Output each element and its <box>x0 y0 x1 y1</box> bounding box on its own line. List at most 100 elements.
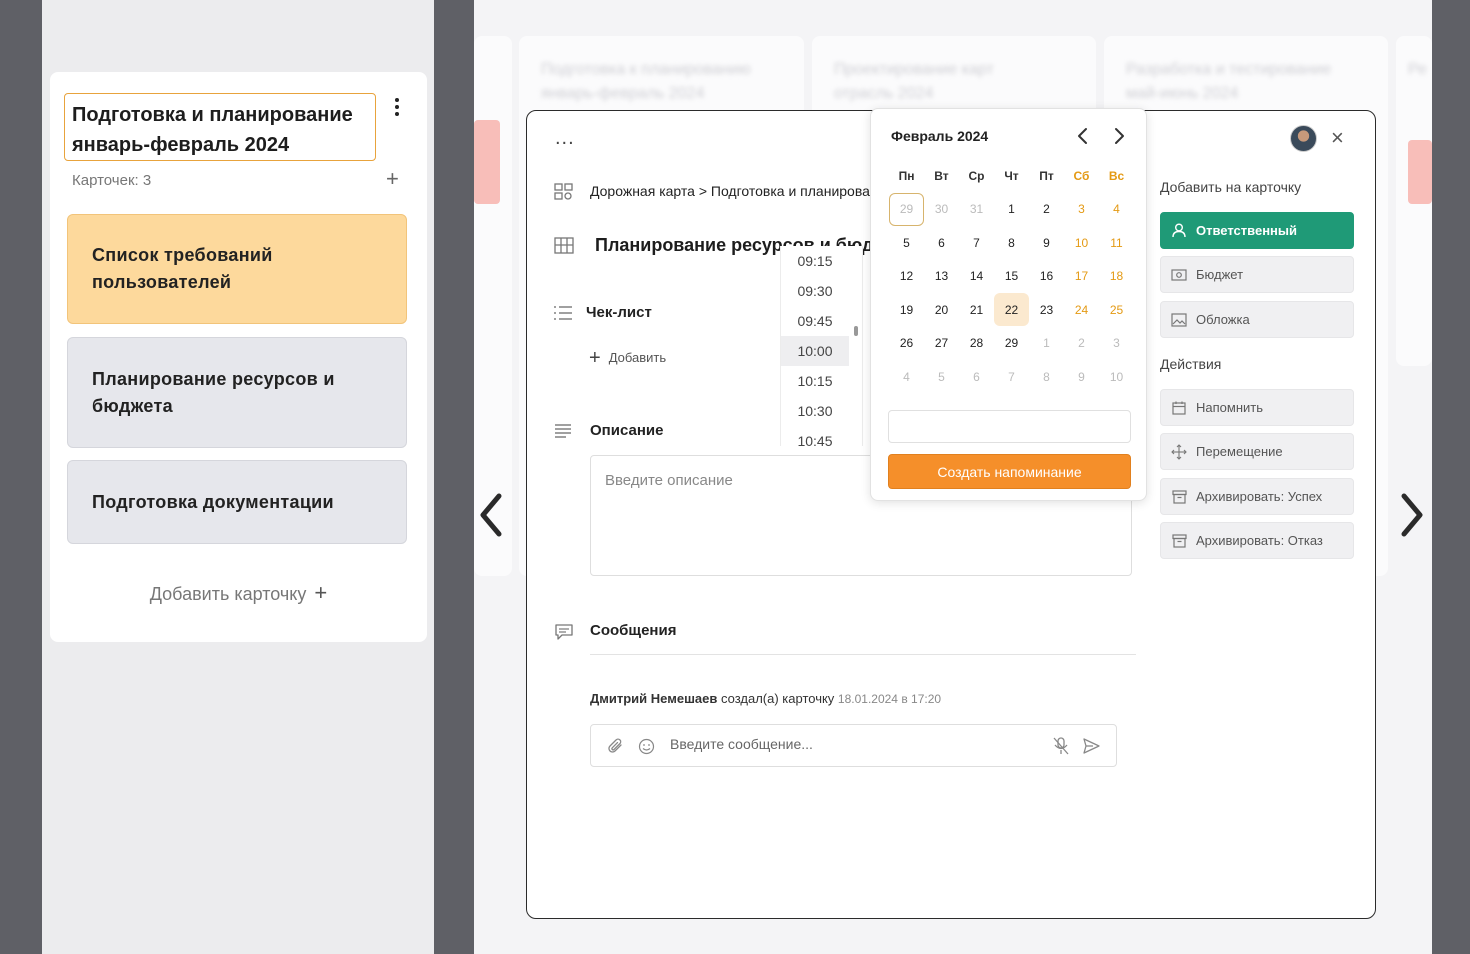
calendar-day[interactable]: 16 <box>1029 260 1064 293</box>
calendar-day[interactable]: 25 <box>1099 293 1134 326</box>
reminder-text-input[interactable] <box>888 410 1131 443</box>
background-column-title: Подготовка к планированию январь-февраль… <box>541 61 751 102</box>
card-item[interactable]: Планирование ресурсов и бюджета <box>67 337 407 448</box>
calendar-day[interactable]: 11 <box>1099 226 1134 259</box>
calendar-day[interactable]: 12 <box>889 260 924 293</box>
calendar-day[interactable]: 8 <box>1029 360 1064 393</box>
time-picker-list[interactable]: 09:15 09:30 09:45 10:00 10:15 10:30 10:4… <box>780 246 863 446</box>
budget-label: Бюджет <box>1196 267 1244 282</box>
time-option[interactable]: 09:30 <box>781 276 849 306</box>
calendar-day[interactable]: 28 <box>959 327 994 360</box>
calendar-day[interactable]: 2 <box>1064 327 1099 360</box>
user-icon <box>1171 223 1187 239</box>
remind-label: Напомнить <box>1196 400 1263 415</box>
attachment-icon[interactable] <box>607 737 625 755</box>
calendar-day[interactable]: 19 <box>889 293 924 326</box>
message-input[interactable]: Введите сообщение... <box>590 724 1117 767</box>
assignee-button[interactable]: Ответственный <box>1160 212 1354 249</box>
description-icon <box>555 424 571 438</box>
calendar-day[interactable]: 4 <box>1099 193 1134 226</box>
next-month-icon[interactable] <box>1112 127 1126 145</box>
time-option[interactable]: 10:30 <box>781 396 849 426</box>
cover-button[interactable]: Обложка <box>1160 301 1354 338</box>
move-icon <box>1171 443 1187 460</box>
card-item[interactable]: Список требований пользователей <box>67 214 407 324</box>
scrollbar-thumb[interactable] <box>854 326 858 336</box>
remind-button[interactable]: Напомнить <box>1160 389 1354 426</box>
calendar-week: 12 13 14 15 16 17 18 <box>889 260 1134 294</box>
calendar-day[interactable]: 27 <box>924 327 959 360</box>
weekday-label: Ср <box>968 168 985 183</box>
calendar-day-today[interactable]: 29 <box>889 192 924 226</box>
calendar-day[interactable]: 20 <box>924 293 959 326</box>
calendar-day[interactable]: 7 <box>959 226 994 259</box>
budget-button[interactable]: Бюджет <box>1160 256 1354 293</box>
next-arrow-icon[interactable] <box>1396 490 1426 540</box>
calendar-popup: Февраль 2024 Пн Вт Ср Чт Пт Сб Вс 29 30 31… <box>870 108 1147 501</box>
calendar-day[interactable]: 5 <box>924 360 959 393</box>
calendar-day[interactable]: 5 <box>889 226 924 259</box>
calendar-day[interactable]: 1 <box>994 193 1029 226</box>
time-option[interactable]: 09:15 <box>781 246 849 276</box>
add-checklist-label: Добавить <box>608 349 667 365</box>
send-icon[interactable] <box>1082 737 1101 755</box>
create-reminder-button[interactable]: Создать напоминание <box>888 454 1131 489</box>
calendar-day[interactable]: 2 <box>1029 193 1064 226</box>
time-option[interactable]: 09:45 <box>781 306 849 336</box>
background-column-title: Разработка и тестирование май-июнь 2024 <box>1126 61 1332 102</box>
add-card-button[interactable]: Добавить карточку + <box>50 580 427 606</box>
add-checklist-item-button[interactable]: + Добавить <box>589 347 666 370</box>
weekday-label: Пн <box>898 168 915 183</box>
breadcrumb[interactable]: Дорожная карта > Подготовка и планирован… <box>590 183 872 199</box>
calendar-day-selected[interactable]: 22 <box>994 293 1029 327</box>
image-icon <box>1171 312 1187 328</box>
time-option[interactable]: 10:45 <box>781 426 849 446</box>
calendar-day[interactable]: 6 <box>959 360 994 393</box>
weekday-label: Вт <box>934 168 949 183</box>
archive-success-button[interactable]: Архивировать: Успех <box>1160 478 1354 515</box>
calendar-day[interactable]: 30 <box>924 193 959 226</box>
calendar-day[interactable]: 14 <box>959 260 994 293</box>
calendar-day[interactable]: 23 <box>1029 293 1064 326</box>
card-item[interactable]: Подготовка документации <box>67 460 407 544</box>
column-menu-icon[interactable] <box>390 96 404 118</box>
close-icon[interactable]: × <box>1331 125 1344 151</box>
avatar[interactable] <box>1290 125 1317 152</box>
archive-fail-button[interactable]: Архивировать: Отказ <box>1160 522 1354 559</box>
microphone-off-icon[interactable] <box>1052 736 1070 756</box>
calendar-day[interactable]: 31 <box>959 193 994 226</box>
calendar-day[interactable]: 29 <box>994 327 1029 360</box>
calendar-day[interactable]: 7 <box>994 360 1029 393</box>
more-menu-icon[interactable]: ... <box>555 127 575 150</box>
calendar-week: 4 5 6 7 8 9 10 <box>889 360 1134 394</box>
background-column-title: Проектирование карт отрасль 2024 <box>834 61 994 102</box>
calendar-day[interactable]: 3 <box>1099 327 1134 360</box>
calendar-day[interactable]: 4 <box>889 360 924 393</box>
calendar-day[interactable]: 6 <box>924 226 959 259</box>
time-option-selected[interactable]: 10:00 <box>781 336 849 366</box>
calendar-day[interactable]: 1 <box>1029 327 1064 360</box>
calendar-day[interactable]: 9 <box>1064 360 1099 393</box>
previous-arrow-icon[interactable] <box>477 490 507 540</box>
calendar-day[interactable]: 13 <box>924 260 959 293</box>
calendar-day[interactable]: 26 <box>889 327 924 360</box>
emoji-icon[interactable] <box>638 738 655 755</box>
add-to-card-label: Добавить на карточку <box>1160 179 1302 195</box>
calendar-day[interactable]: 8 <box>994 226 1029 259</box>
calendar-grid: Пн Вт Ср Чт Пт Сб Вс 29 30 31 1 2 3 4 5 6 7 8 9 10 11… <box>889 159 1134 394</box>
calendar-day[interactable]: 17 <box>1064 260 1099 293</box>
prev-month-icon[interactable] <box>1076 127 1090 145</box>
calendar-day[interactable]: 3 <box>1064 193 1099 226</box>
calendar-day[interactable]: 9 <box>1029 226 1064 259</box>
background-column-title: Ре… <box>1408 61 1428 78</box>
calendar-day[interactable]: 15 <box>994 260 1029 293</box>
calendar-day[interactable]: 10 <box>1064 226 1099 259</box>
calendar-day[interactable]: 24 <box>1064 293 1099 326</box>
column-title-input[interactable]: Подготовка и планирование январь-февраль… <box>64 93 376 161</box>
calendar-day[interactable]: 21 <box>959 293 994 326</box>
plus-icon[interactable]: + <box>386 166 399 192</box>
calendar-day[interactable]: 18 <box>1099 260 1134 293</box>
time-option[interactable]: 10:15 <box>781 366 849 396</box>
calendar-day[interactable]: 10 <box>1099 360 1134 393</box>
move-button[interactable]: Перемещение <box>1160 433 1354 470</box>
